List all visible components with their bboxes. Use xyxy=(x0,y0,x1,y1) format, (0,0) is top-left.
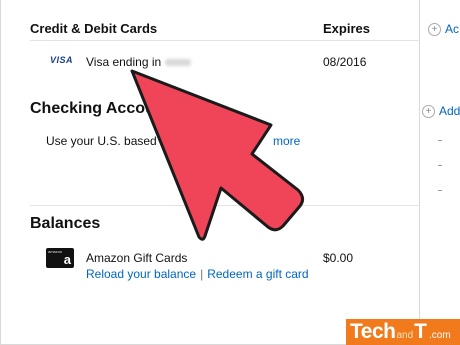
expires-heading: Expires xyxy=(323,21,370,36)
right-column-edge xyxy=(430,120,460,270)
visa-logo: VISA xyxy=(50,55,74,65)
watermark-tech: Tech xyxy=(350,320,396,343)
card-expiry: 08/2016 xyxy=(323,55,367,69)
gift-card-actions: Reload your balance | Redeem a gift card xyxy=(86,267,309,281)
add-card-label: Ac xyxy=(445,22,460,36)
add-checking-label: Add xyxy=(439,104,460,118)
cards-heading: Credit & Debit Cards xyxy=(30,21,158,36)
techandt-watermark-logo: Tech and T .com xyxy=(346,319,460,345)
checking-description: Use your U.S. based c xyxy=(46,134,167,148)
watermark-t: T xyxy=(414,320,427,343)
add-checking-link[interactable]: + Add xyxy=(422,104,460,118)
watermark-and: and xyxy=(396,330,414,341)
card-row[interactable]: Visa ending in xyxy=(86,55,192,69)
tick-mark xyxy=(438,165,442,166)
link-separator: | xyxy=(200,267,204,281)
divider xyxy=(30,205,420,206)
gift-card-balance: $0.00 xyxy=(323,251,354,265)
tick-mark xyxy=(438,140,442,141)
plus-circle-icon: + xyxy=(428,22,441,36)
add-card-link[interactable]: + Ac xyxy=(428,22,459,36)
masked-card-digits xyxy=(165,59,192,67)
reload-balance-link[interactable]: Reload your balance xyxy=(86,267,196,281)
redeem-gift-card-link[interactable]: Redeem a gift card xyxy=(207,267,308,281)
tick-mark xyxy=(438,190,442,191)
card-description: Visa ending in xyxy=(86,55,162,69)
learn-more-link[interactable]: more xyxy=(273,134,300,148)
payment-options-panel xyxy=(0,0,420,345)
balances-heading: Balances xyxy=(30,215,101,232)
watermark-com: .com xyxy=(428,330,451,341)
plus-circle-icon: + xyxy=(422,104,435,118)
gift-card-name: Amazon Gift Cards xyxy=(86,251,188,265)
divider xyxy=(30,40,420,41)
checking-heading: Checking Accou xyxy=(30,100,155,117)
amazon-gift-card-icon: amazon a xyxy=(46,248,74,268)
